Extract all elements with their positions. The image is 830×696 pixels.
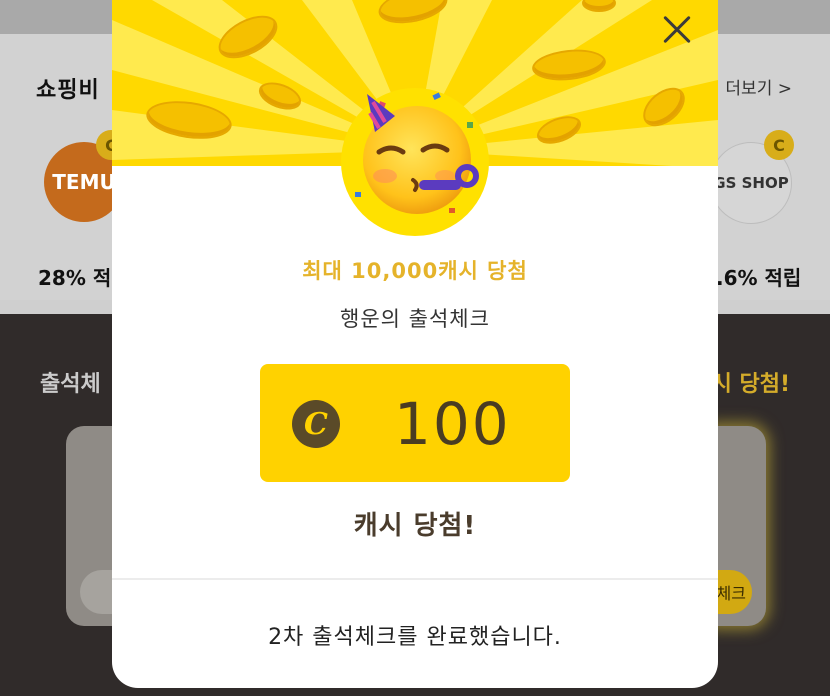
more-link[interactable]: 더보기 > — [725, 74, 792, 99]
attendance-reward-modal: 최대 10,000캐시 당첨 행운의 출석체크 C 100 캐시 당첨! 2차 … — [112, 0, 718, 688]
completion-message: 2차 출석체크를 완료했습니다. — [268, 625, 562, 650]
close-button[interactable] — [656, 10, 696, 50]
shopping-section-title: 쇼핑비 — [36, 78, 100, 103]
prize-amount-box: C 100 — [260, 364, 570, 482]
max-prize-label: 최대 10,000캐시 당첨 — [302, 259, 528, 283]
attendance-win-label: 시 당첨! — [711, 372, 790, 397]
win-message: 캐시 당첨! — [353, 511, 477, 541]
attendance-title: 출석체 — [40, 372, 101, 397]
gsshop-rate: .6% 적립 — [716, 266, 802, 290]
cash-coin-icon: C — [292, 400, 340, 448]
cash-badge-icon: C — [764, 130, 794, 160]
partying-face-icon — [355, 92, 479, 214]
divider — [112, 578, 718, 580]
event-name: 행운의 출석체크 — [340, 307, 490, 331]
prize-amount-value: 100 — [394, 390, 511, 458]
